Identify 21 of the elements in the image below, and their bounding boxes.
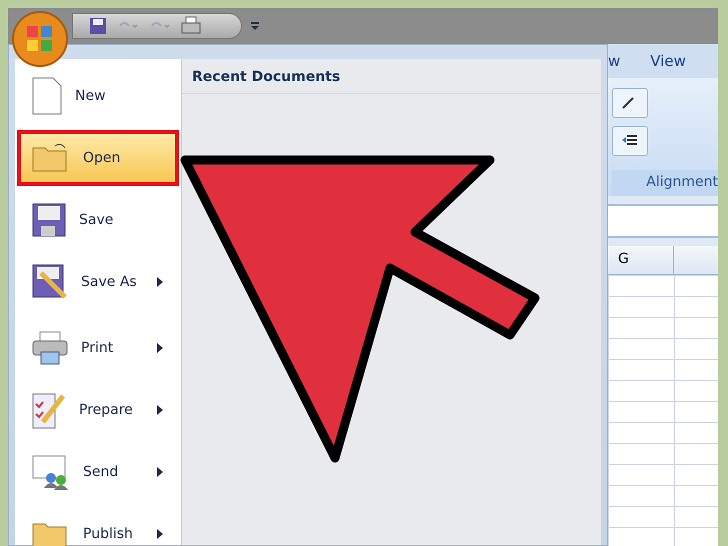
- dropdown-caret-icon[interactable]: [250, 21, 260, 31]
- envelope-people-icon: [31, 454, 71, 490]
- menu-item[interactable]: Save: [17, 192, 179, 248]
- printer-icon: [31, 330, 69, 366]
- menu-item[interactable]: Print: [17, 320, 179, 376]
- indent-button[interactable]: [612, 126, 648, 156]
- ribbon-tab[interactable]: w: [608, 52, 620, 70]
- menu-item[interactable]: Prepare: [17, 382, 179, 438]
- printer-icon[interactable]: [181, 16, 201, 36]
- menu-item[interactable]: New: [17, 68, 179, 124]
- blank-page-icon: [31, 76, 63, 116]
- ribbon-group-label: Alignment: [612, 170, 718, 196]
- menu-item[interactable]: Open: [17, 130, 179, 186]
- recent-documents-heading: Recent Documents: [182, 59, 601, 94]
- text-orientation-button[interactable]: [612, 88, 648, 118]
- menu-item[interactable]: Save As: [17, 254, 179, 310]
- indent-icon: [621, 134, 639, 148]
- floppy-pencil-icon: [31, 263, 69, 301]
- menu-item[interactable]: Send: [17, 444, 179, 500]
- ribbon-tab[interactable]: View: [650, 52, 686, 70]
- menu-item[interactable]: Publish: [17, 506, 179, 546]
